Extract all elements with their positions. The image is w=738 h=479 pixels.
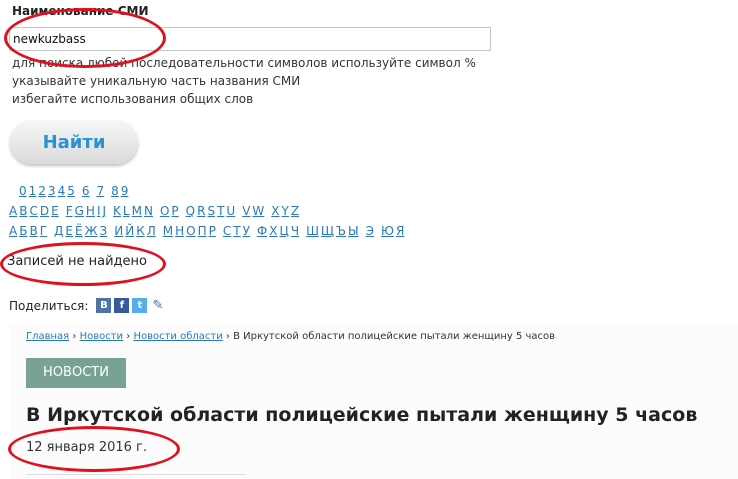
alphabet-link[interactable]: P [171, 204, 178, 218]
alphabet-link[interactable]: 4 [58, 184, 66, 198]
alphabet-link[interactable]: Q [186, 204, 195, 218]
alphabet-link[interactable]: Т [233, 224, 240, 238]
alphabet-link[interactable]: Д [54, 224, 63, 238]
alphabet-cyrillic: АБВГДЕЁЖЗИЙКЛМНОПРСТУФХЦЧШЩЪЫЭЮЯ [9, 224, 406, 238]
alphabet-link[interactable]: 1 [29, 184, 37, 198]
alphabet-link[interactable]: 8 [111, 184, 119, 198]
alphabet-link[interactable]: Х [269, 224, 277, 238]
alphabet-link[interactable]: A [9, 204, 17, 218]
alphabet-link[interactable]: Ш [306, 224, 319, 238]
annotation-ellipse-input [4, 8, 166, 68]
alphabet-link[interactable]: Ю [381, 224, 394, 238]
alphabet-link[interactable]: W [252, 204, 264, 218]
alphabet-link[interactable]: 6 [82, 184, 90, 198]
share-label: Поделиться: [9, 298, 89, 313]
twitter-icon[interactable]: t [132, 298, 148, 313]
alphabet-link[interactable]: П [198, 224, 207, 238]
alphabet-link[interactable]: О [186, 224, 195, 238]
breadcrumb: Главная › Новости › Новости области › В … [26, 331, 555, 342]
alphabet-link[interactable]: Ы [348, 224, 359, 238]
alphabet-link[interactable]: С [223, 224, 231, 238]
alphabet-link[interactable]: Ъ [336, 224, 346, 238]
breadcrumb-separator: › [72, 331, 77, 342]
alphabet-link[interactable]: Ц [280, 224, 289, 238]
alphabet-link[interactable]: J [102, 204, 106, 218]
alphabet-link[interactable]: D [40, 204, 49, 218]
alphabet-link[interactable]: Y [282, 204, 289, 218]
alphabet-link[interactable]: Ч [291, 224, 299, 238]
alphabet-link[interactable]: Б [19, 224, 27, 238]
alphabet-link[interactable]: 7 [96, 184, 104, 198]
alphabet-link[interactable]: L [123, 204, 130, 218]
alphabet-link[interactable]: Ё [75, 224, 83, 238]
divider [26, 474, 246, 475]
alphabet-link[interactable]: Л [147, 224, 156, 238]
breadcrumb-separator: › [126, 331, 131, 342]
alphabet-link[interactable]: T [217, 204, 224, 218]
alphabet-link[interactable]: М [163, 224, 173, 238]
find-button[interactable]: Найти [10, 120, 138, 164]
annotation-ellipse-date [8, 426, 180, 472]
alphabet-link[interactable]: Р [209, 224, 216, 238]
search-hint-2: указывайте уникальную часть названия СМИ [12, 74, 301, 88]
alphabet-link[interactable]: К [136, 224, 145, 238]
breadcrumb-news[interactable]: Новости [80, 331, 123, 342]
alphabet-link[interactable]: U [226, 204, 235, 218]
alphabet-link[interactable]: S [207, 204, 215, 218]
alphabet-link[interactable]: 5 [67, 184, 75, 198]
alphabet-link[interactable]: E [51, 204, 59, 218]
alphabet-link[interactable]: Н [175, 224, 184, 238]
alphabet-link[interactable]: H [86, 204, 95, 218]
vk-icon[interactable]: B [96, 298, 112, 313]
alphabet-link[interactable]: M [132, 204, 142, 218]
alphabet-link[interactable]: Г [40, 224, 47, 238]
alphabet-link[interactable]: З [100, 224, 108, 238]
alphabet-link[interactable]: K [113, 204, 121, 218]
alphabet-link[interactable]: Э [366, 224, 374, 238]
livejournal-icon[interactable]: ✎ [150, 298, 166, 313]
annotation-ellipse-result [0, 242, 166, 286]
alphabet-link[interactable]: I [97, 204, 101, 218]
alphabet-link[interactable]: В [29, 224, 37, 238]
alphabet-latin: ABCDEFGHIJKLMNOPQRSTUVWXYZ [9, 204, 301, 218]
alphabet-link[interactable]: 0 [19, 184, 27, 198]
alphabet-link[interactable]: 3 [48, 184, 56, 198]
alphabet-link[interactable]: И [114, 224, 123, 238]
alphabet-link[interactable]: У [243, 224, 250, 238]
breadcrumb-home[interactable]: Главная [26, 331, 69, 342]
alphabet-link[interactable]: B [19, 204, 27, 218]
facebook-icon[interactable]: f [114, 298, 130, 313]
alphabet-link[interactable]: А [9, 224, 17, 238]
alphabet-link[interactable]: Ж [85, 224, 98, 238]
alphabet-link[interactable]: X [271, 204, 279, 218]
breadcrumb-region-news[interactable]: Новости области [133, 331, 222, 342]
breadcrumb-current: В Иркутской области полицейские пытали ж… [233, 331, 556, 342]
alphabet-link[interactable]: O [160, 204, 169, 218]
alphabet-link[interactable]: N [144, 204, 153, 218]
alphabet-digits: 0123456789 [19, 184, 130, 198]
category-badge[interactable]: НОВОСТИ [26, 358, 126, 388]
article-title: В Иркутской области полицейские пытали ж… [26, 404, 698, 426]
alphabet-link[interactable]: Щ [321, 224, 334, 238]
alphabet-link[interactable]: Я [396, 224, 404, 238]
alphabet-link[interactable]: C [29, 204, 37, 218]
breadcrumb-separator: › [225, 331, 230, 342]
alphabet-link[interactable]: 2 [38, 184, 46, 198]
alphabet-link[interactable]: G [75, 204, 84, 218]
alphabet-link[interactable]: Z [291, 204, 299, 218]
alphabet-link[interactable]: Й [125, 224, 134, 238]
alphabet-link[interactable]: Ф [257, 224, 267, 238]
alphabet-link[interactable]: V [242, 204, 250, 218]
share-bar: Поделиться: B f t ✎ [9, 298, 166, 313]
alphabet-link[interactable]: Е [65, 224, 73, 238]
alphabet-link[interactable]: R [197, 204, 205, 218]
alphabet-link[interactable]: F [66, 204, 73, 218]
search-hint-3: избегайте использования общих слов [12, 92, 254, 106]
alphabet-link[interactable]: 9 [121, 184, 129, 198]
